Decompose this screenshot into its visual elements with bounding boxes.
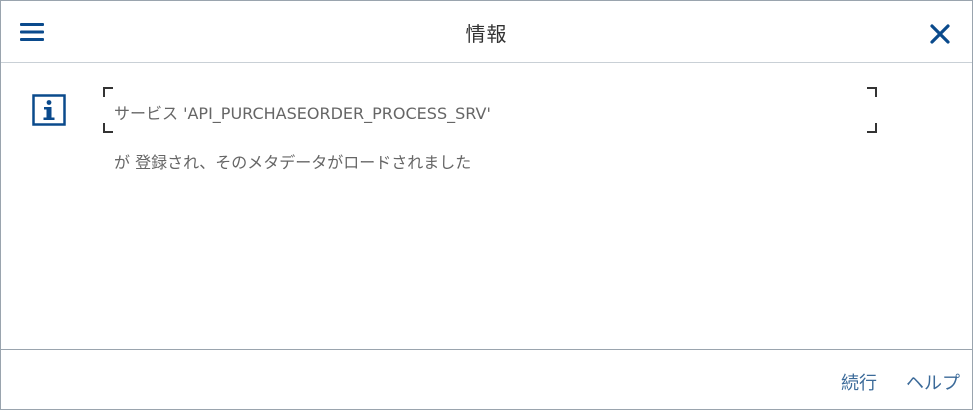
message-focus-box: サービス 'API_PURCHASEORDER_PROCESS_SRV' [103, 87, 877, 133]
dialog-title: 情報 [465, 22, 508, 46]
info-icon [32, 94, 66, 126]
focus-corner [867, 87, 877, 97]
help-button[interactable]: ヘルプ [906, 369, 960, 395]
focus-corner [103, 123, 113, 133]
info-dialog: 情報 サービス 'API_PURCHASEORDER_PROCESS_SRV' … [0, 0, 973, 410]
focus-corner [103, 87, 113, 97]
close-icon[interactable] [929, 23, 951, 45]
message-line-1: サービス 'API_PURCHASEORDER_PROCESS_SRV' [114, 104, 491, 123]
dialog-footer: 続行 ヘルプ [1, 349, 972, 410]
message-line-2: が 登録され、そのメタデータがロードされました [114, 153, 472, 172]
focus-corner [867, 123, 877, 133]
continue-button[interactable]: 続行 [841, 369, 877, 395]
dialog-header: 情報 [1, 1, 972, 63]
